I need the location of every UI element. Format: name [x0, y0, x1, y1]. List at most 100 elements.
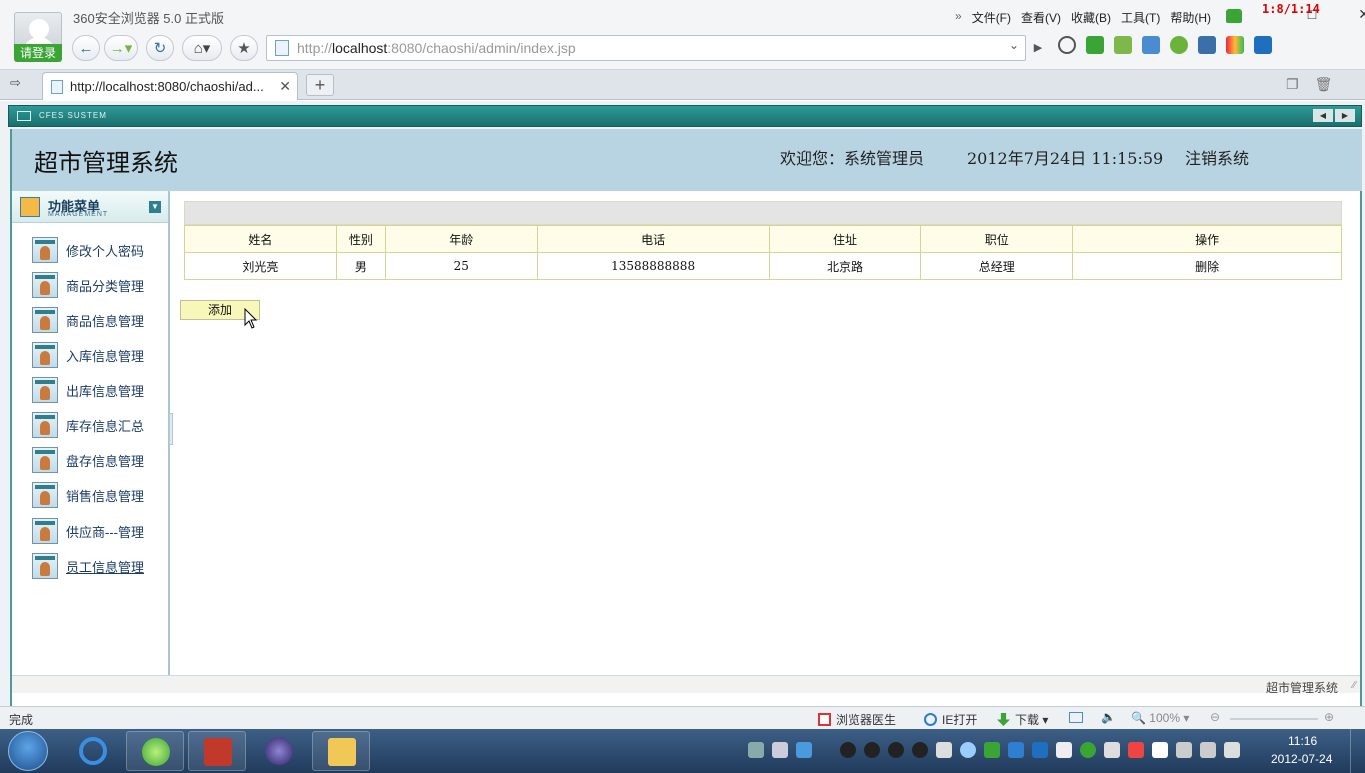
- menu-item-stock-out[interactable]: 出库信息管理: [32, 376, 144, 404]
- window-icon[interactable]: [1069, 712, 1083, 723]
- resize-grip-icon[interactable]: ∕∕: [1353, 680, 1356, 691]
- menu-favorites[interactable]: 收藏(B): [1071, 9, 1111, 26]
- go-arrow-icon[interactable]: ▶: [1028, 36, 1048, 60]
- taskbar-time[interactable]: 11:16: [1288, 734, 1317, 748]
- favorite-button[interactable]: ★: [230, 35, 258, 61]
- maximize-icon[interactable]: □: [1308, 6, 1316, 23]
- shield-icon[interactable]: [1032, 742, 1048, 758]
- sync-icon[interactable]: [796, 742, 812, 758]
- logout-link[interactable]: 注销系统: [1185, 145, 1249, 169]
- back-button[interactable]: ←: [72, 35, 100, 61]
- tab-close-icon[interactable]: ✕: [279, 78, 291, 95]
- translate-icon[interactable]: [1114, 36, 1132, 54]
- close-window-icon[interactable]: ✕: [1358, 6, 1365, 23]
- menu-item-label: 销售信息管理: [66, 488, 145, 504]
- new-tab-button[interactable]: +: [306, 74, 334, 96]
- zoom-slider[interactable]: ⊖ ⊕: [1210, 710, 1340, 725]
- mail-icon[interactable]: [1008, 742, 1024, 758]
- record-icon[interactable]: [984, 742, 1000, 758]
- keyboard-icon[interactable]: [748, 742, 764, 758]
- taskbar-toolbox[interactable]: [188, 731, 246, 771]
- cloud-icon[interactable]: [960, 742, 976, 758]
- system-header: 超市管理系统 欢迎您：系统管理员 2012年7月24日 11:15:59 注销系…: [10, 129, 1362, 191]
- start-button[interactable]: [8, 731, 48, 771]
- taskbar-ie[interactable]: [64, 731, 122, 771]
- ie-open-button[interactable]: IE打开: [924, 711, 977, 728]
- menu-more-chevron-icon[interactable]: »: [955, 9, 962, 26]
- address-bar[interactable]: http://localhost:8080/chaoshi/admin/inde…: [266, 35, 1026, 61]
- banner-left-arrow-icon[interactable]: ◀: [1313, 109, 1333, 122]
- menu-item-category[interactable]: 商品分类管理: [32, 271, 144, 299]
- user-card-icon: [32, 412, 58, 438]
- taskbar-360-browser[interactable]: [126, 731, 184, 771]
- tab-active[interactable]: http://localhost:8080/chaoshi/ad... ✕: [42, 72, 298, 100]
- refresh-icon[interactable]: [1080, 742, 1096, 758]
- menu-item-sales[interactable]: 销售信息管理: [32, 481, 144, 509]
- menu-item-stock-in[interactable]: 入库信息管理: [32, 341, 144, 369]
- network-icon[interactable]: [772, 742, 788, 758]
- download-button[interactable]: 下载 ▾: [997, 711, 1048, 728]
- app-grid-icon[interactable]: [1226, 36, 1244, 54]
- zoom-out-icon[interactable]: ⊖: [1210, 710, 1220, 724]
- tool-icon[interactable]: [1128, 742, 1144, 758]
- menu-item-supplier[interactable]: 供应商---管理: [32, 517, 144, 545]
- speaker-icon[interactable]: [1224, 742, 1240, 758]
- device-icon[interactable]: [1176, 742, 1192, 758]
- qq-icon[interactable]: [840, 742, 856, 758]
- taskbar-explorer[interactable]: [312, 731, 370, 771]
- login-button[interactable]: 请登录: [14, 44, 62, 62]
- forward-button[interactable]: →▾: [104, 35, 138, 61]
- qq-icon[interactable]: [912, 742, 928, 758]
- video-icon[interactable]: [1254, 36, 1272, 54]
- zoom-in-icon[interactable]: ⊕: [1324, 710, 1334, 724]
- menu-item-staff[interactable]: 员工信息管理: [32, 552, 144, 580]
- taskbar-date[interactable]: 2012-07-24: [1271, 752, 1332, 766]
- skin-shirt-icon[interactable]: [1226, 9, 1242, 23]
- sidebar-toggle-icon[interactable]: ⇨: [10, 75, 32, 93]
- menu-view[interactable]: 查看(V): [1021, 9, 1061, 26]
- menu-collapse-icon[interactable]: ▼: [149, 201, 161, 213]
- address-dropdown-icon[interactable]: ⌄: [1005, 38, 1023, 58]
- emoji-icon[interactable]: [1170, 36, 1188, 54]
- panel-splitter[interactable]: [169, 413, 173, 445]
- menu-item-change-password[interactable]: 修改个人密码: [32, 236, 144, 264]
- menu-item-product[interactable]: 商品信息管理: [32, 306, 144, 334]
- show-desktop-button[interactable]: [1350, 729, 1365, 773]
- refresh-button[interactable]: ↻: [146, 35, 174, 61]
- screenshot-icon[interactable]: [1142, 36, 1160, 54]
- wrench-icon[interactable]: [1198, 36, 1216, 54]
- menu-item-stocktake[interactable]: 盘存信息管理: [32, 446, 144, 474]
- menu-item-inventory-summary[interactable]: 库存信息汇总: [32, 411, 144, 439]
- web-page: CFES SUSTEM ◀ ▶ 超市管理系统 欢迎您：系统管理员 2012年7月…: [0, 101, 1365, 706]
- cube-icon[interactable]: [1086, 36, 1104, 54]
- qq-icon[interactable]: [888, 742, 904, 758]
- status-text: 完成: [9, 713, 34, 727]
- notepad-icon[interactable]: [1056, 742, 1072, 758]
- delete-link[interactable]: 删除: [1072, 252, 1342, 280]
- display-icon[interactable]: [1200, 742, 1216, 758]
- column-header-address: 住址: [768, 225, 922, 253]
- banner-right-arrow-icon[interactable]: ▶: [1335, 109, 1355, 122]
- address-host: localhost: [332, 40, 388, 56]
- medkit-icon: [818, 713, 831, 726]
- pen-icon[interactable]: [936, 742, 952, 758]
- taskbar-eclipse[interactable]: [250, 731, 308, 771]
- qq-icon[interactable]: [864, 742, 880, 758]
- browser-app-title: 360安全浏览器 5.0 正式版: [73, 11, 224, 26]
- zoom-control[interactable]: 🔍 100% ▾: [1131, 711, 1189, 725]
- volume-icon[interactable]: 🔈: [1101, 710, 1116, 724]
- home-button[interactable]: ⌂▾: [182, 35, 222, 61]
- menu-help[interactable]: 帮助(H): [1170, 9, 1211, 26]
- shield-icon[interactable]: [1058, 36, 1076, 54]
- trash-icon[interactable]: 🗑: [1315, 76, 1333, 93]
- printer-icon[interactable]: [1104, 742, 1120, 758]
- table-row: 刘光亮 男 25 13588888888 北京路 总经理 删除: [184, 252, 1342, 280]
- restore-tabs-icon[interactable]: ❐: [1286, 76, 1299, 93]
- browser-doctor-button[interactable]: 浏览器医生: [818, 711, 896, 728]
- user-card-icon: [32, 307, 58, 333]
- tab-title: http://localhost:8080/chaoshi/ad...: [70, 79, 264, 94]
- flag-icon[interactable]: [1152, 742, 1168, 758]
- menu-tools[interactable]: 工具(T): [1121, 9, 1160, 26]
- menu-file[interactable]: 文件(F): [972, 9, 1011, 26]
- menu-item-label: 出库信息管理: [66, 383, 145, 399]
